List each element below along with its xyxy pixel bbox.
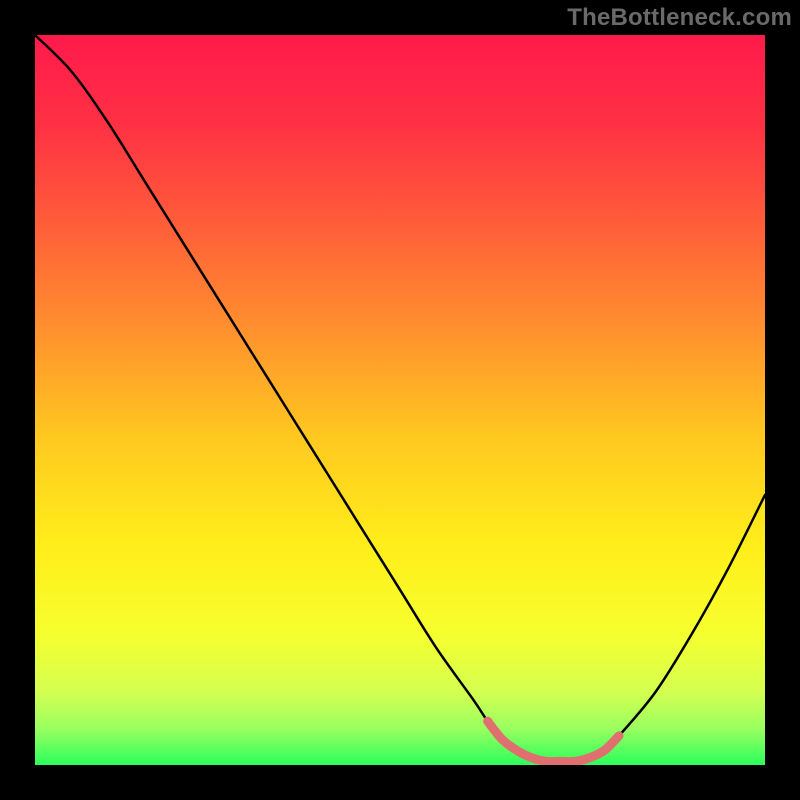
bottleneck-chart (35, 35, 765, 765)
gradient-background (35, 35, 765, 765)
plot-area (35, 35, 765, 765)
watermark-text: TheBottleneck.com (567, 4, 792, 32)
chart-container: TheBottleneck.com (0, 0, 800, 800)
